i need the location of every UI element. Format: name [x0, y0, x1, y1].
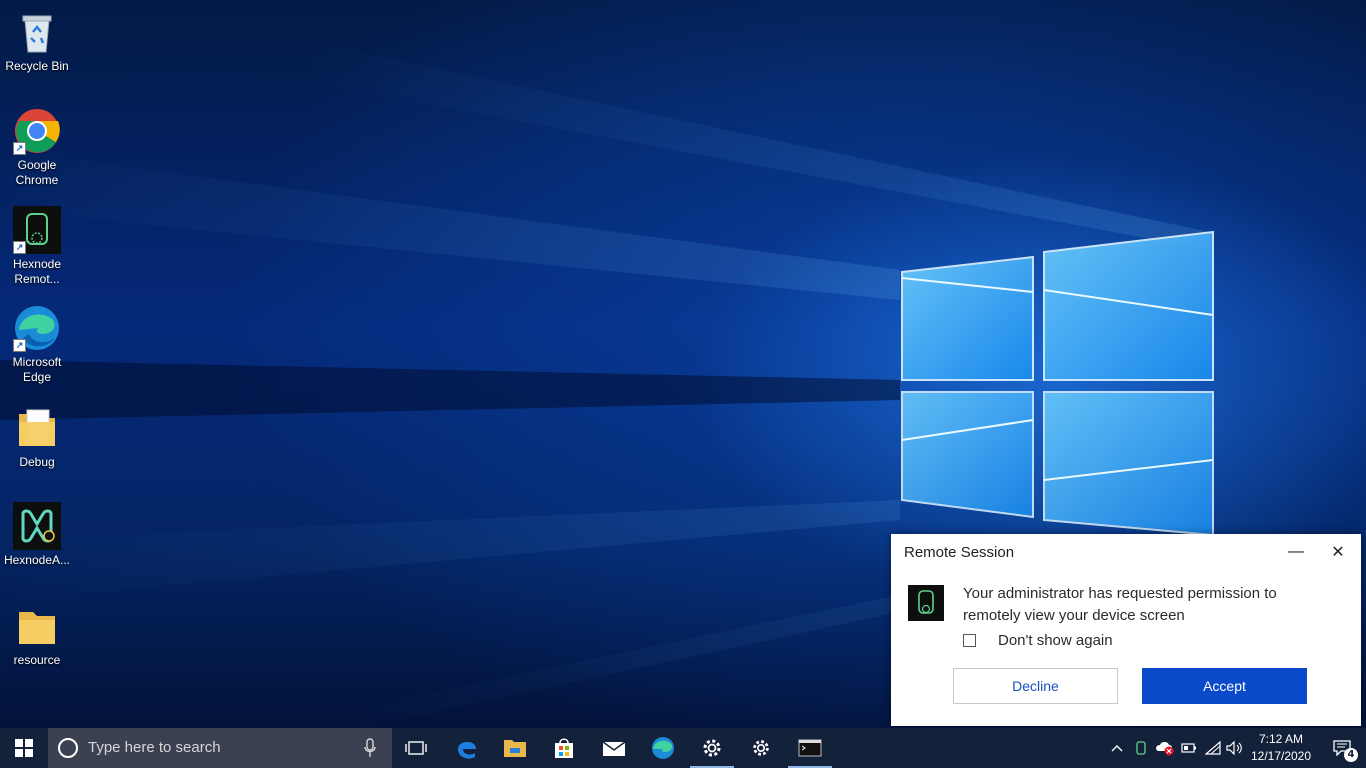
minimize-button[interactable]: —	[1281, 540, 1311, 564]
folder-icon	[13, 404, 61, 452]
recycle-bin-icon	[13, 8, 61, 56]
settings-button[interactable]	[737, 728, 785, 768]
desktop-icon-microsoft-edge[interactable]: ↗ Microsoft Edge	[3, 304, 71, 385]
close-button[interactable]: ✕	[1323, 540, 1353, 564]
desktop-icon-debug-folder[interactable]: Debug	[3, 404, 71, 470]
hexnode-remote-icon: ↗	[13, 206, 61, 254]
windows-start-icon	[15, 739, 33, 757]
action-center-button[interactable]: 4	[1322, 728, 1362, 768]
edge-legacy-button[interactable]	[443, 728, 491, 768]
battery-icon	[1181, 743, 1196, 753]
terminal-icon	[798, 739, 822, 757]
settings-button-active[interactable]	[688, 728, 736, 768]
dialog-message: Your administrator has requested permiss…	[963, 585, 1277, 624]
file-explorer-button[interactable]	[491, 728, 539, 768]
desktop-icon-label: Debug	[19, 455, 55, 469]
folder-icon	[13, 602, 61, 650]
desktop-icon-label: Google Chrome	[15, 158, 59, 187]
mail-button[interactable]	[590, 728, 638, 768]
terminal-button[interactable]	[786, 728, 834, 768]
edge-button[interactable]	[639, 728, 687, 768]
accept-button[interactable]: Accept	[1142, 668, 1307, 704]
desktop-icon-label: HexnodeA...	[3, 553, 71, 567]
desktop-icon-hexnode-agent[interactable]: HexnodeA...	[3, 502, 71, 568]
hexnode-remote-icon	[908, 585, 944, 621]
tray-hexnode-icon[interactable]	[1130, 728, 1152, 768]
gear-icon	[703, 739, 721, 757]
store-button[interactable]	[540, 728, 588, 768]
clock-time: 7:12 AM	[1258, 732, 1304, 746]
edge-icon	[652, 737, 674, 759]
mail-icon	[602, 741, 626, 756]
store-icon	[555, 738, 573, 758]
wifi-icon	[1205, 741, 1221, 755]
clock-date: 12/17/2020	[1250, 749, 1312, 763]
desktop-icon-resource-folder[interactable]: resource	[3, 602, 71, 668]
dont-show-again-checkbox[interactable]	[963, 634, 976, 647]
desktop-icon-label: Hexnode Remot...	[12, 257, 62, 286]
shortcut-arrow-icon: ↗	[13, 339, 26, 352]
cortana-icon	[58, 738, 78, 758]
dialog-title: Remote Session	[904, 544, 1015, 561]
shortcut-arrow-icon: ↗	[13, 142, 26, 155]
gear-icon	[753, 740, 769, 756]
show-hidden-icons-button[interactable]	[1106, 728, 1128, 768]
close-icon: ✕	[1331, 544, 1345, 561]
search-placeholder: Type here to search	[88, 739, 221, 756]
taskbar-clock[interactable]: 7:12 AM 12/17/2020	[1244, 731, 1318, 765]
shortcut-arrow-icon: ↗	[13, 241, 26, 254]
desktop-icon-label: Recycle Bin	[5, 59, 69, 73]
desktop-icon-label: Microsoft Edge	[12, 355, 62, 384]
tray-battery-icon[interactable]	[1178, 728, 1200, 768]
tray-network-icon[interactable]	[1202, 728, 1224, 768]
edge-icon: ↗	[13, 304, 61, 352]
desktop-icon-label: resource	[13, 653, 61, 667]
checkbox-label[interactable]: Don't show again	[998, 632, 1113, 649]
chevron-up-icon	[1111, 745, 1123, 752]
chrome-icon: ↗	[13, 107, 61, 155]
edge-legacy-icon	[458, 741, 476, 759]
taskbar-search-box[interactable]: Type here to search	[48, 728, 392, 768]
start-button[interactable]	[0, 728, 48, 768]
microphone-icon[interactable]	[364, 738, 376, 762]
folder-icon	[504, 740, 526, 757]
task-view-button[interactable]	[392, 728, 440, 768]
tray-cloud-error-icon[interactable]	[1153, 728, 1177, 768]
taskbar: Type here to search 7:12 AM 12/17/2020 4	[0, 728, 1366, 768]
decline-button[interactable]: Decline	[953, 668, 1118, 704]
speaker-icon	[1226, 741, 1242, 755]
minimize-icon: —	[1288, 543, 1304, 560]
notification-count-badge: 4	[1344, 748, 1358, 762]
desktop-icon-recycle-bin[interactable]: Recycle Bin	[3, 8, 71, 74]
tray-volume-icon[interactable]	[1224, 728, 1246, 768]
desktop-icon-hexnode-remote[interactable]: ↗ Hexnode Remot...	[3, 206, 71, 287]
cloud-error-icon	[1156, 742, 1174, 756]
hexnode-agent-icon	[13, 502, 61, 550]
task-view-icon	[405, 741, 427, 755]
hexnode-tray-icon	[1136, 741, 1146, 755]
remote-session-dialog: Remote Session — ✕ Your administrator ha…	[891, 534, 1361, 726]
desktop-icon-google-chrome[interactable]: ↗ Google Chrome	[3, 107, 71, 188]
